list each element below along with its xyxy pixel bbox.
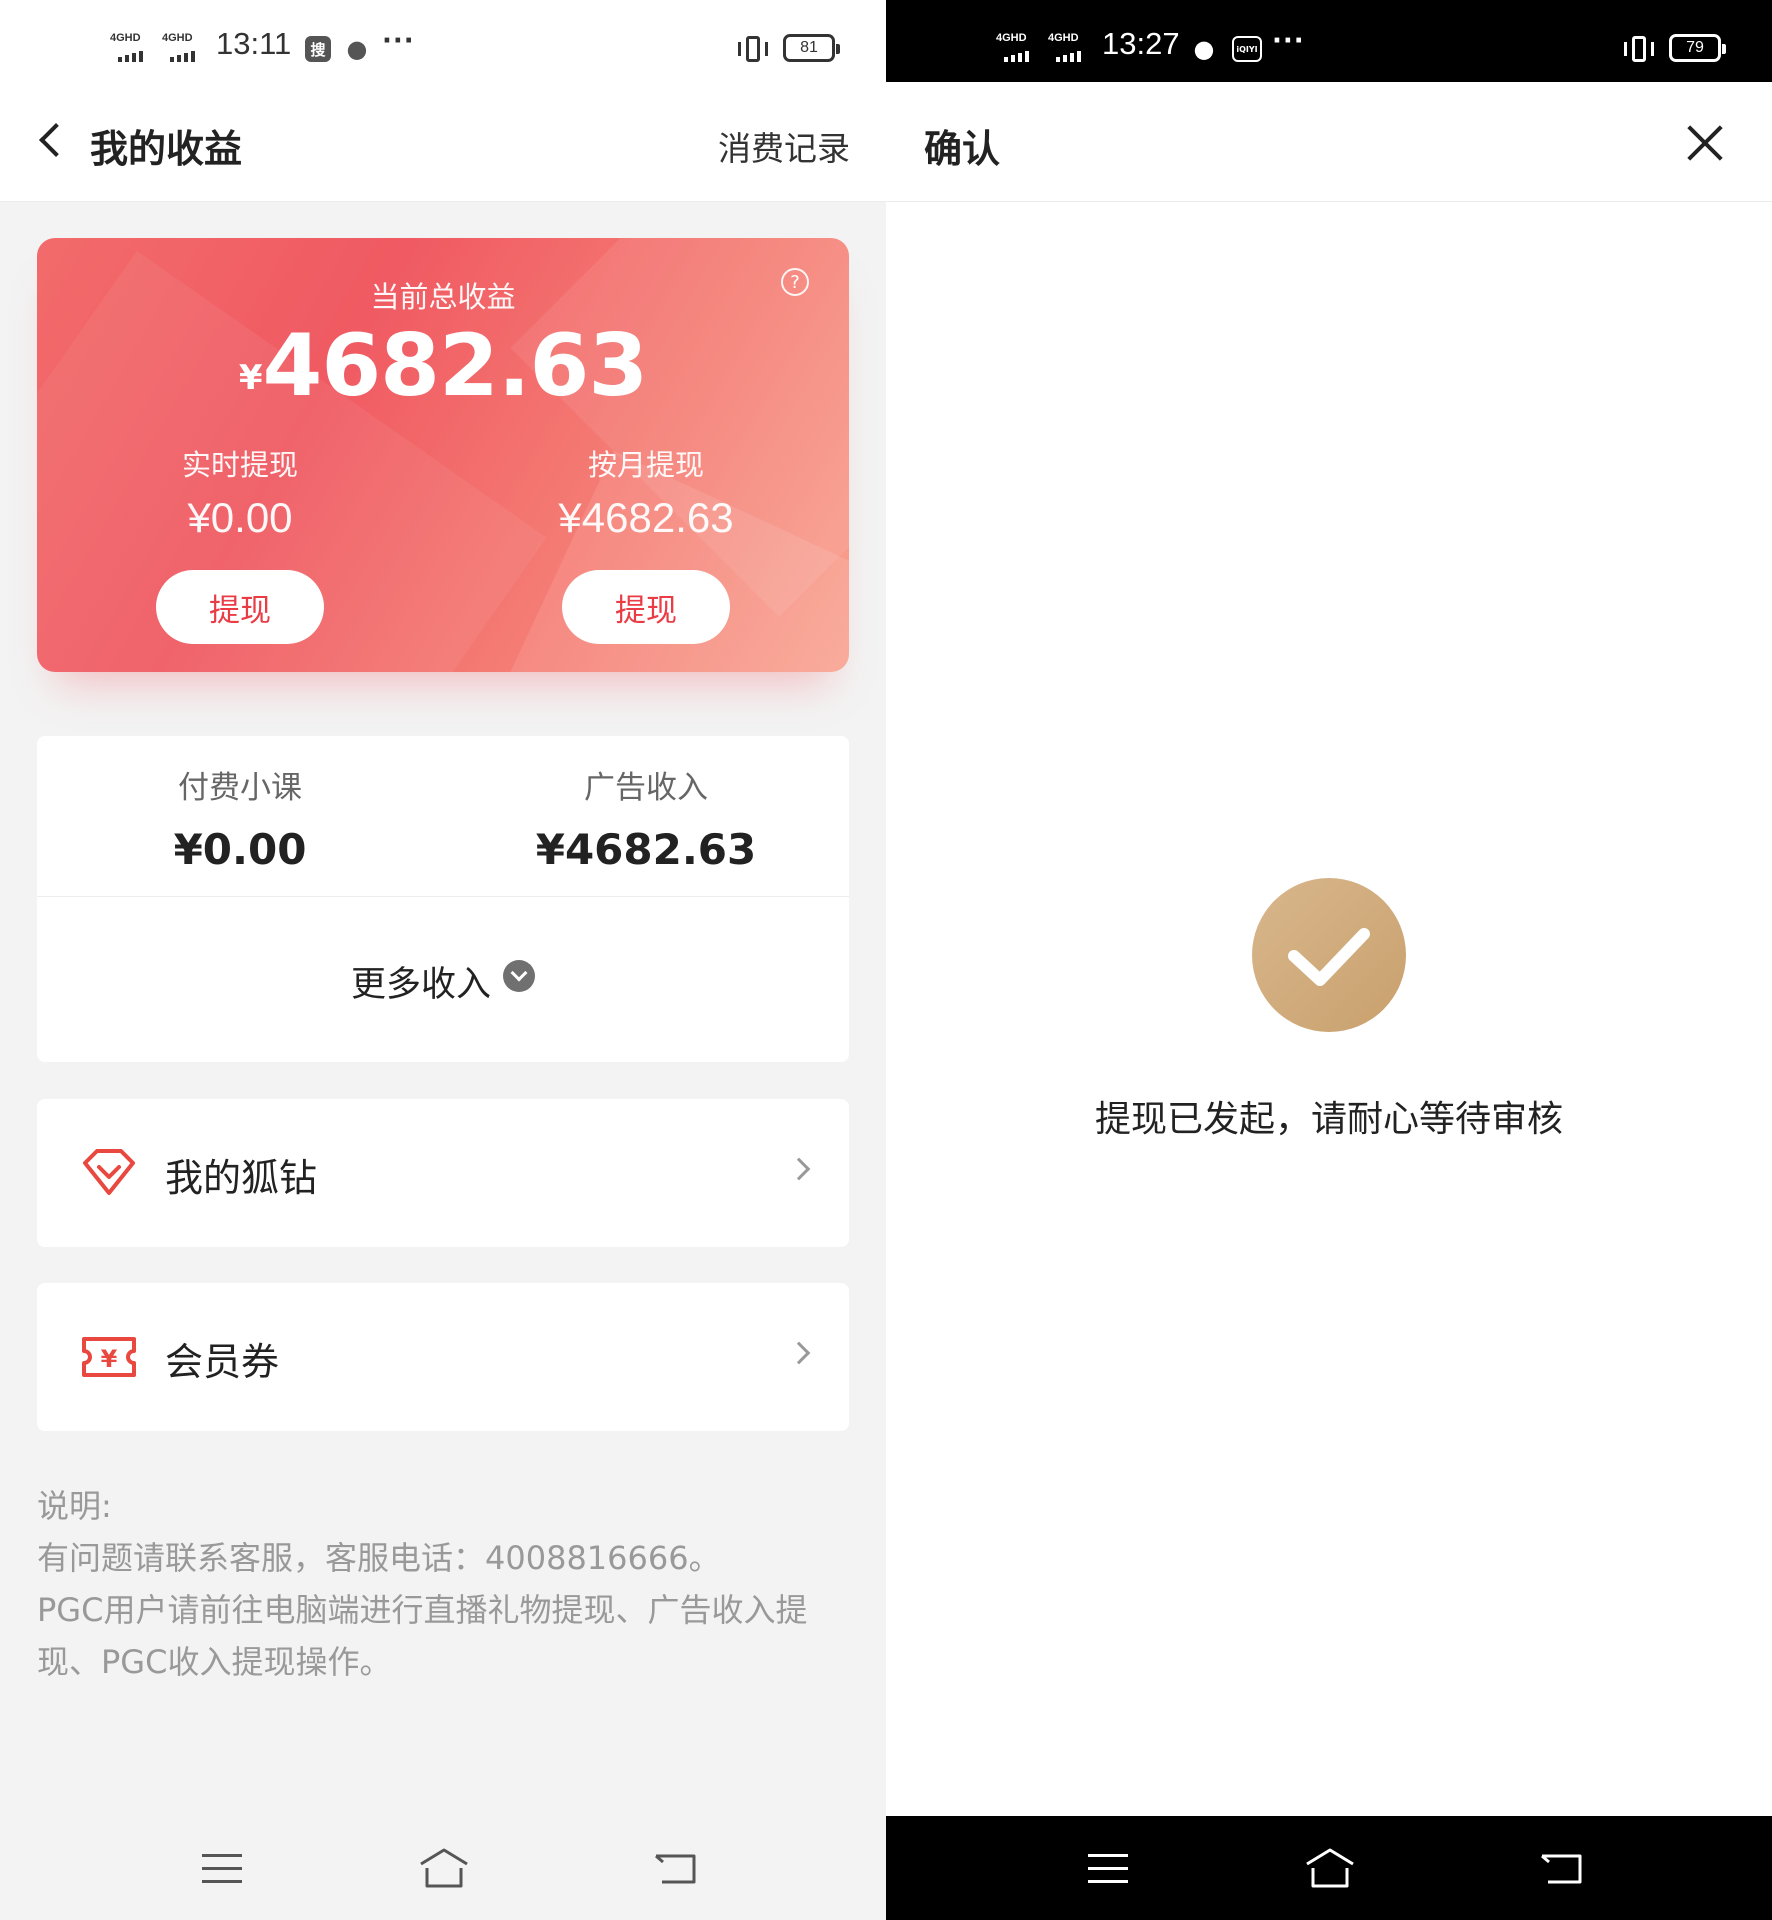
paid-course-income: 付费小课 ¥0.00 — [37, 762, 443, 874]
ad-income-value: ¥4682.63 — [535, 825, 757, 874]
more-income-button[interactable]: 更多收入 — [37, 956, 849, 1007]
fox-diamond-row[interactable]: 我的狐钻 — [37, 1099, 849, 1247]
chevron-down-icon — [503, 960, 535, 992]
battery-indicator: 81 — [783, 34, 840, 62]
monthly-withdraw-button[interactable]: 提现 — [562, 570, 730, 644]
back-icon[interactable] — [36, 122, 64, 162]
vibrate-icon — [736, 36, 770, 62]
navigation-bar — [0, 1816, 886, 1920]
page-title: 确认 — [924, 127, 1001, 171]
total-earnings-label: 当前总收益 — [370, 280, 516, 314]
home-icon[interactable] — [1304, 1846, 1356, 1890]
search-app-icon: 搜 — [305, 36, 331, 62]
wechat-icon: ● — [346, 35, 368, 63]
realtime-withdraw-label: 实时提现 — [181, 448, 298, 482]
confirm-screen: 4GHD 4GHD 13:27 ● iQIYI ··· 79 确认 提现已发起，… — [886, 0, 1772, 1920]
fox-diamond-label: 我的狐钻 — [165, 1156, 318, 1200]
navigation-bar — [886, 1816, 1772, 1920]
instructions-line: PGC用户请前往电脑端进行直播礼物提现、广告收入提现、PGC收入提现操作。 — [37, 1591, 808, 1681]
instructions-title: 说明: — [37, 1487, 112, 1525]
withdraw-status-message: 提现已发起，请耐心等待审核 — [1094, 1099, 1563, 1140]
iqiyi-icon: iQIYI — [1232, 36, 1262, 62]
coupon-symbol: ¥ — [101, 1345, 118, 1373]
status-bar: 4GHD 4GHD 13:11 搜 ● ··· 81 — [0, 0, 886, 82]
signal-icon: 4GHD — [110, 32, 160, 62]
battery-indicator: 79 — [1669, 34, 1726, 62]
paid-course-label: 付费小课 — [178, 770, 302, 806]
ticket-icon: ¥ — [81, 1331, 137, 1383]
total-earnings: ¥4682.63 — [37, 316, 849, 416]
back-nav-icon[interactable] — [1540, 1852, 1584, 1886]
menu-icon[interactable] — [202, 1854, 242, 1884]
coupon-row[interactable]: ¥ 会员券 — [37, 1283, 849, 1431]
status-time: 13:11 — [216, 26, 292, 61]
instructions-line: 有问题请联系客服，客服电话：4008816666。 — [37, 1539, 721, 1577]
more-dots-icon: ··· — [382, 26, 415, 56]
income-panel: 付费小课 ¥0.00 广告收入 ¥4682.63 更多收入 — [37, 736, 849, 1062]
home-icon[interactable] — [418, 1846, 470, 1890]
back-nav-icon[interactable] — [654, 1852, 698, 1886]
monthly-withdraw-value: ¥4682.63 — [558, 494, 734, 541]
status-time: 13:27 — [1102, 26, 1180, 61]
monthly-withdraw-label: 按月提现 — [587, 448, 704, 482]
signal-icon: 4GHD — [1048, 32, 1098, 62]
total-earnings-value: 4682.63 — [262, 316, 648, 416]
realtime-withdraw: 实时提现 ¥0.00 — [37, 442, 443, 542]
vibrate-icon — [1622, 36, 1656, 62]
page-title: 我的收益 — [90, 127, 243, 171]
close-icon[interactable] — [1684, 122, 1726, 164]
chevron-right-icon — [787, 1341, 811, 1365]
realtime-withdraw-value: ¥0.00 — [187, 494, 293, 541]
wechat-icon: ● — [1193, 35, 1215, 63]
divider — [37, 896, 849, 897]
realtime-withdraw-button[interactable]: 提现 — [156, 570, 324, 644]
earnings-screen: 4GHD 4GHD 13:11 搜 ● ··· 81 我的收益 消费记录 ? 当… — [0, 0, 886, 1920]
top-bar: 我的收益 消费记录 — [0, 82, 886, 202]
signal-icon: 4GHD — [996, 32, 1046, 62]
ad-income: 广告收入 ¥4682.63 — [443, 762, 849, 874]
consumption-record-link[interactable]: 消费记录 — [718, 122, 850, 170]
currency-symbol: ¥ — [238, 358, 263, 398]
instructions: 说明: 有问题请联系客服，客服电话：4008816666。 PGC用户请前往电脑… — [37, 1480, 857, 1688]
more-dots-icon: ··· — [1272, 26, 1305, 56]
coupon-label: 会员券 — [165, 1340, 280, 1384]
paid-course-value: ¥0.00 — [173, 825, 307, 874]
menu-icon[interactable] — [1088, 1854, 1128, 1884]
success-check-icon — [1252, 878, 1406, 1032]
diamond-icon — [81, 1147, 137, 1199]
chevron-right-icon — [787, 1157, 811, 1181]
status-bar: 4GHD 4GHD 13:27 ● iQIYI ··· 79 — [886, 0, 1772, 82]
signal-icon: 4GHD — [162, 32, 212, 62]
monthly-withdraw: 按月提现 ¥4682.63 — [443, 442, 849, 542]
earnings-card: ? 当前总收益 ¥4682.63 实时提现 ¥0.00 按月提现 ¥4682.6… — [37, 238, 849, 672]
ad-income-label: 广告收入 — [584, 770, 708, 806]
more-income-label: 更多收入 — [350, 965, 491, 1005]
top-bar: 确认 — [886, 82, 1772, 202]
